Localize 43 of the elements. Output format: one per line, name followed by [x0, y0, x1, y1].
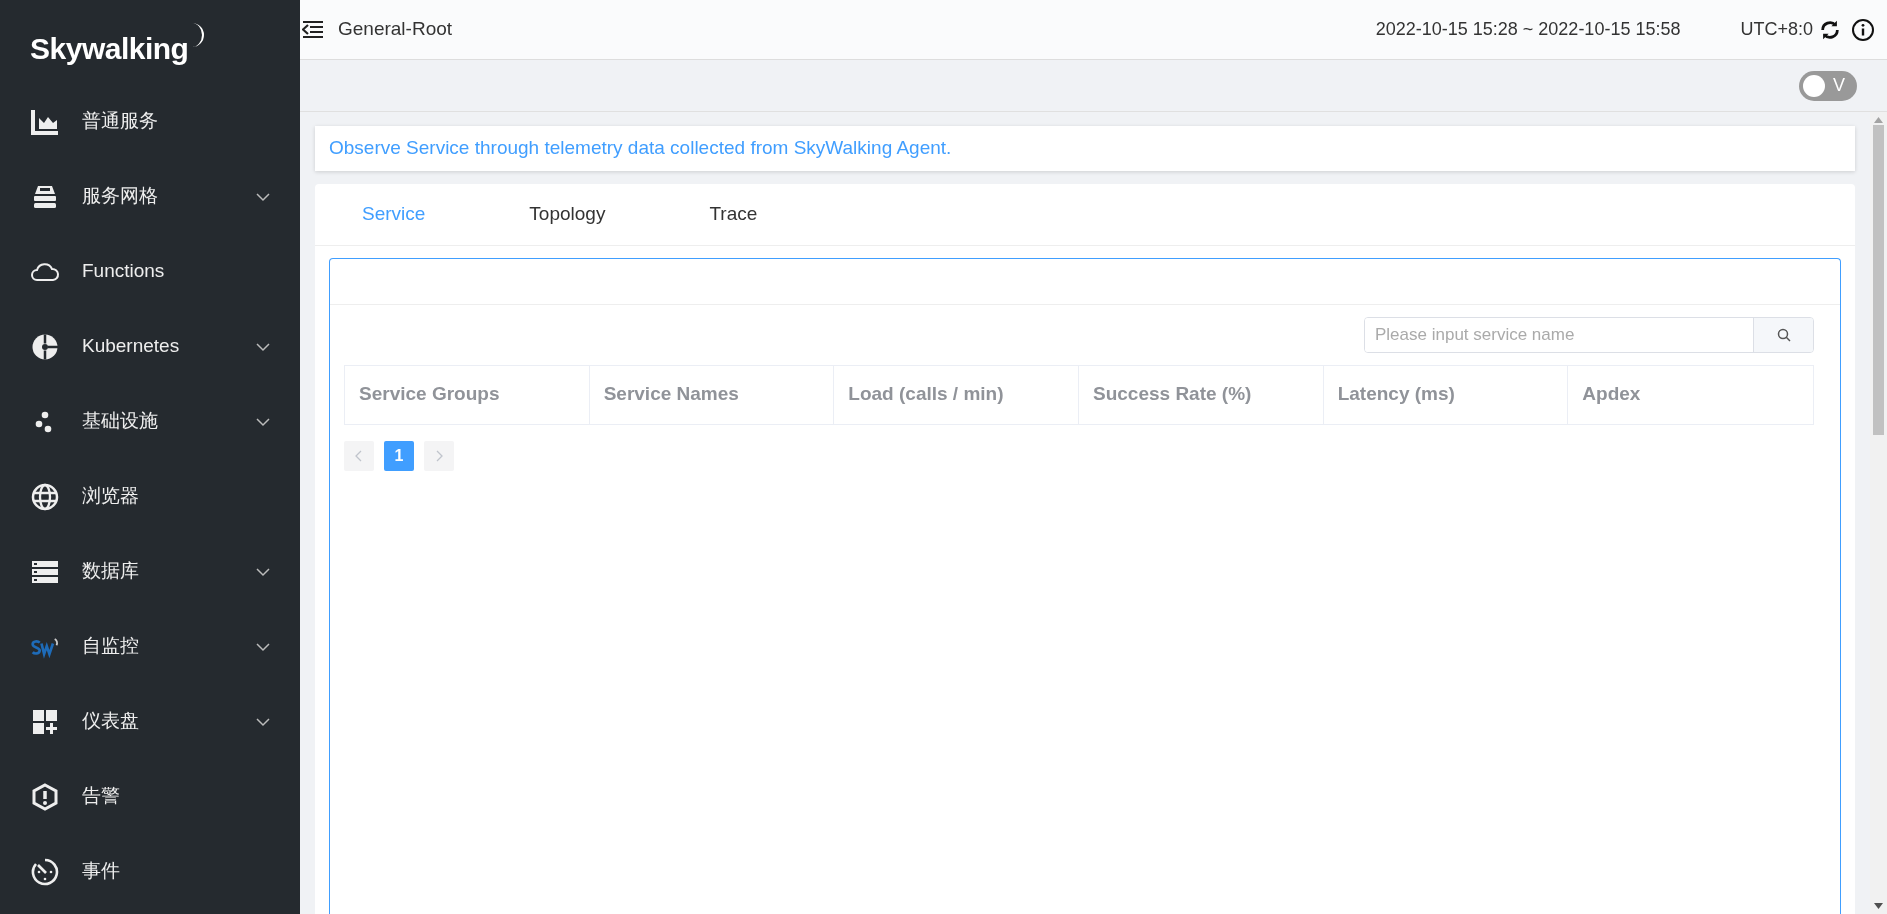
- sidebar-item[interactable]: Kubernetes: [0, 309, 300, 384]
- column-header: Latency (ms): [1323, 365, 1569, 424]
- sidebar-item[interactable]: 仪表盘: [0, 684, 300, 759]
- sidebar-item[interactable]: 告警: [0, 759, 300, 834]
- logo-text: Skywalking: [30, 32, 189, 65]
- sidebar-item[interactable]: 普通服务: [0, 84, 300, 159]
- column-header: Service Groups: [345, 365, 590, 424]
- search-icon: [1776, 327, 1791, 342]
- pie-icon: [30, 332, 60, 361]
- globe-icon: [30, 482, 60, 511]
- sidebar-item[interactable]: 服务网格: [0, 159, 300, 234]
- next-page-button[interactable]: [424, 440, 454, 471]
- sidebar-item[interactable]: 自监控: [0, 609, 300, 684]
- scroll-down-arrow-icon[interactable]: [1874, 903, 1883, 909]
- timezone-label: UTC+8:0: [1740, 18, 1813, 41]
- chevron-right-icon: [435, 449, 443, 462]
- page-title: General-Root: [338, 17, 453, 42]
- timer-icon: [30, 857, 60, 886]
- alert-hexagon-icon: [30, 782, 60, 811]
- scroll-up-arrow-icon[interactable]: [1874, 117, 1883, 123]
- sidebar-item[interactable]: Functions: [0, 234, 300, 309]
- chart-icon: [30, 107, 60, 136]
- time-range[interactable]: 2022-10-15 15:28 ~ 2022-10-15 15:58: [1375, 16, 1681, 43]
- collapse-menu-icon[interactable]: [302, 19, 324, 40]
- chevron-left-icon: [355, 449, 363, 462]
- sidebar-item[interactable]: 基础设施: [0, 384, 300, 459]
- info-icon[interactable]: [1851, 17, 1875, 42]
- sidebar-item[interactable]: 数据库: [0, 534, 300, 609]
- tab[interactable]: Topology: [512, 199, 623, 229]
- column-header: Service Names: [589, 365, 835, 424]
- refresh-icon[interactable]: [1819, 18, 1841, 41]
- previous-page-button[interactable]: [344, 440, 374, 471]
- search-button[interactable]: [1753, 317, 1813, 352]
- search-field[interactable]: Please input service name: [1364, 316, 1814, 353]
- sidebar-item[interactable]: 浏览器: [0, 459, 300, 534]
- description-banner: Observe Service through telemetry data collected from SkyWalking Agent.: [315, 126, 1855, 171]
- sidebar-item[interactable]: 事件: [0, 834, 300, 909]
- column-header: Load (calls / min): [834, 365, 1079, 424]
- scrollbar[interactable]: [1870, 112, 1887, 914]
- column-header: Success Rate (%): [1079, 365, 1324, 424]
- tab[interactable]: Trace: [692, 199, 775, 229]
- column-header: Apdex: [1581, 382, 1642, 407]
- grid-plus-icon: [30, 707, 60, 736]
